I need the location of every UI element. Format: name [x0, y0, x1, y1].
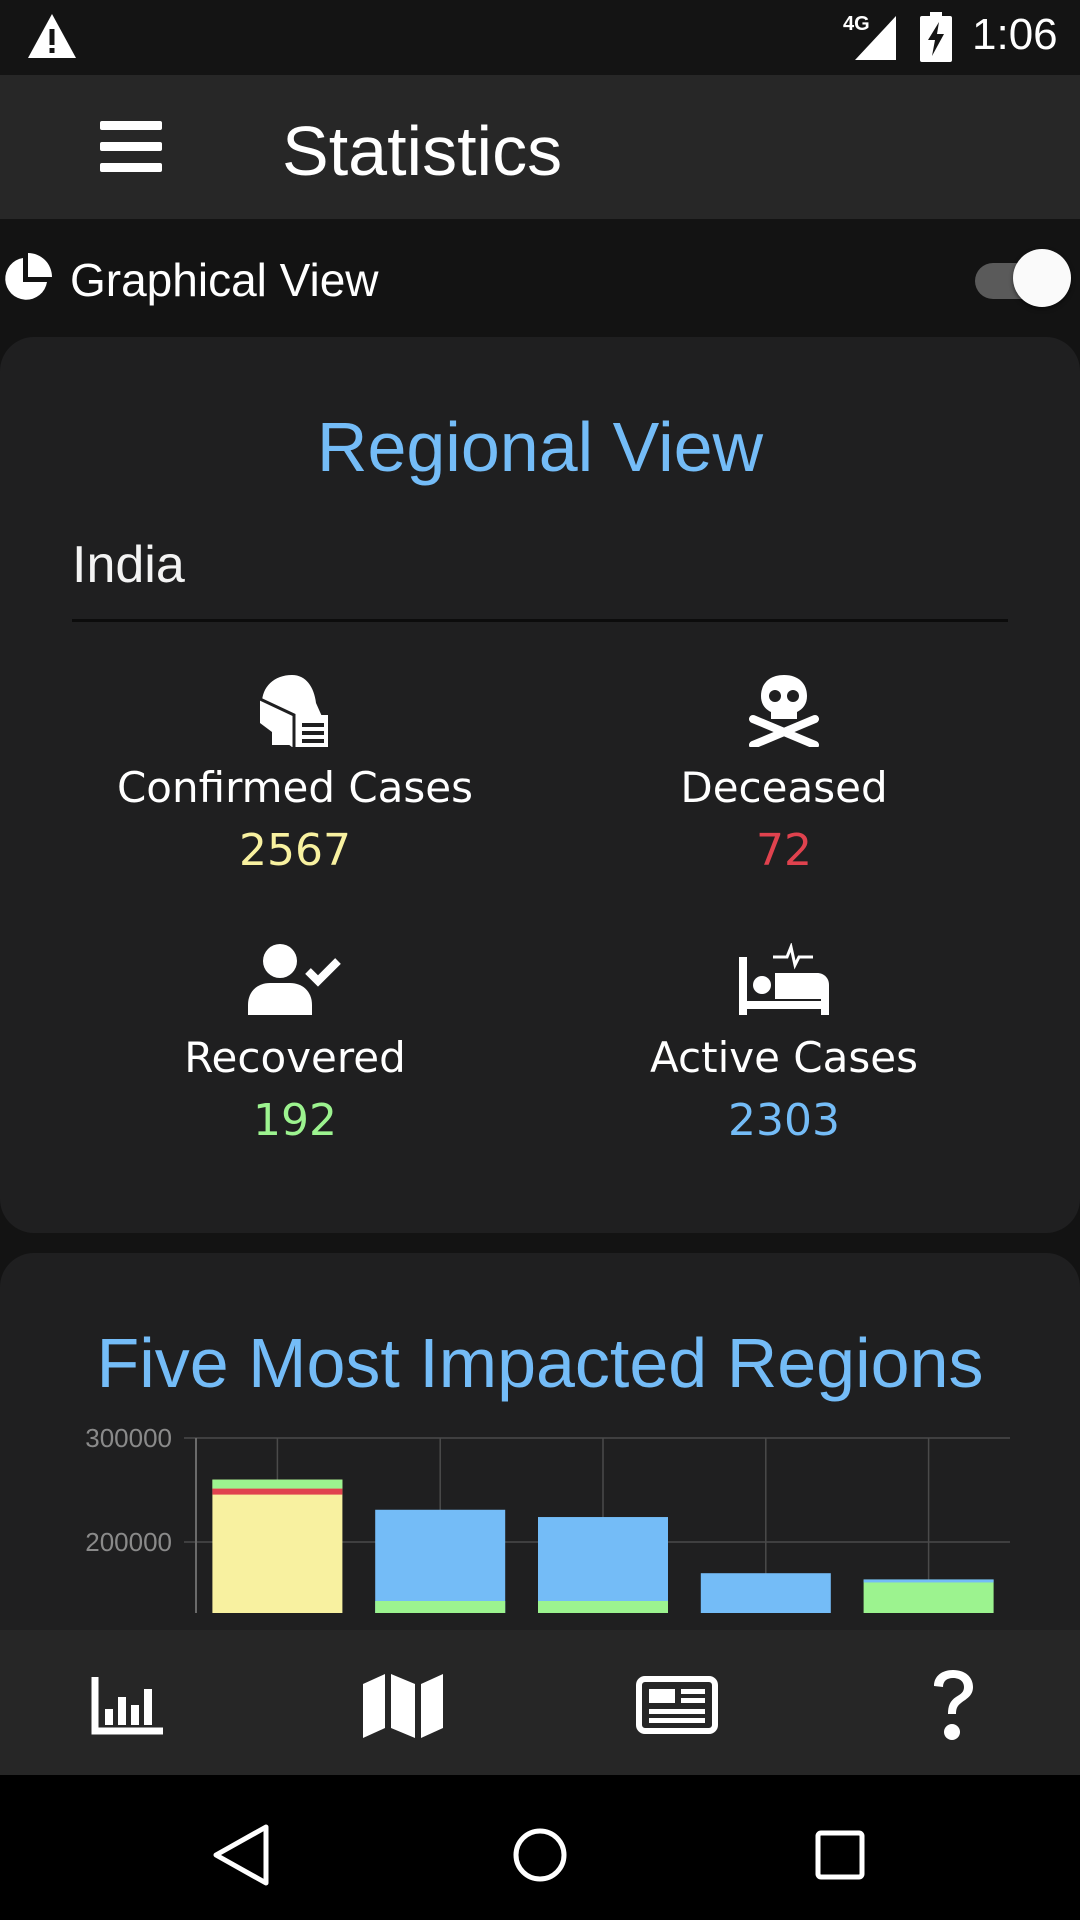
status-bar: 4G 1:06 — [0, 0, 1080, 75]
impacted-regions-chart: 300000 200000 — [85, 1423, 1010, 1613]
regional-view-card: Regional View India Confirmed Cases 2567… — [0, 337, 1080, 1233]
nav-statistics[interactable] — [78, 1660, 178, 1750]
warning-icon — [28, 14, 76, 58]
map-icon — [363, 1674, 443, 1738]
nav-news[interactable] — [627, 1660, 727, 1750]
recovered-stat: Recovered 192 — [65, 943, 525, 1153]
confirmed-cases-stat: Confirmed Cases 2567 — [65, 673, 525, 883]
hamburger-menu-icon[interactable] — [96, 115, 168, 179]
question-mark-icon — [934, 1670, 973, 1740]
bar-segment-deceased — [212, 1488, 343, 1495]
system-navigation-bar — [0, 1775, 1080, 1920]
deceased-value: 72 — [756, 825, 812, 876]
pie-chart-icon — [5, 253, 52, 300]
y-tick-label: 200000 — [85, 1527, 172, 1557]
confirmed-cases-value: 2567 — [239, 825, 351, 876]
bar-segment — [538, 1517, 668, 1613]
graphical-view-row: Graphical View — [0, 219, 1080, 337]
bar-segment-recovered — [375, 1601, 506, 1613]
hospital-bed-icon — [739, 943, 829, 1015]
active-cases-stat: Active Cases 2303 — [554, 943, 1014, 1153]
clock: 1:06 — [972, 10, 1058, 59]
bar-segment — [863, 1579, 994, 1613]
confirmed-cases-label: Confirmed Cases — [116, 763, 474, 812]
newspaper-icon — [636, 1676, 718, 1734]
deceased-label: Deceased — [680, 763, 888, 812]
page-title: Statistics — [282, 112, 563, 190]
bar-segment-recovered — [212, 1479, 343, 1489]
graphical-view-label: Graphical View — [70, 254, 379, 306]
chart-viewport: 300000 200000 — [0, 1253, 1080, 1613]
graphical-view-switch[interactable] — [975, 249, 1071, 307]
bar-segment — [212, 1479, 343, 1613]
deceased-stat: Deceased 72 — [554, 673, 1014, 883]
skull-crossbones-icon — [749, 675, 819, 747]
bottom-navigation — [0, 1630, 1080, 1775]
regional-view-title: Regional View — [316, 408, 764, 486]
user-check-icon — [248, 944, 341, 1015]
recovered-label: Recovered — [184, 1033, 406, 1082]
bar-segment — [375, 1509, 506, 1613]
app-bar: Statistics — [0, 75, 1080, 219]
recents-icon[interactable] — [800, 1815, 880, 1895]
switch-knob — [1013, 249, 1071, 307]
region-selector[interactable]: India — [72, 519, 1008, 622]
nav-map[interactable] — [353, 1660, 453, 1750]
active-cases-value: 2303 — [728, 1095, 840, 1146]
home-icon[interactable] — [500, 1815, 580, 1895]
nav-help[interactable] — [903, 1660, 1003, 1750]
bar-segment-active — [863, 1579, 994, 1583]
y-tick-label: 300000 — [85, 1423, 172, 1453]
active-cases-label: Active Cases — [650, 1033, 918, 1082]
bar-chart-icon — [91, 1677, 163, 1735]
bar-segment — [700, 1573, 831, 1613]
bar-segment-recovered — [538, 1601, 668, 1613]
region-value: India — [72, 536, 185, 594]
head-mask-icon — [259, 675, 328, 747]
network-type-label: 4G — [843, 13, 870, 35]
battery-charging-icon — [920, 12, 952, 62]
recovered-value: 192 — [253, 1095, 337, 1146]
back-icon[interactable] — [200, 1815, 280, 1895]
